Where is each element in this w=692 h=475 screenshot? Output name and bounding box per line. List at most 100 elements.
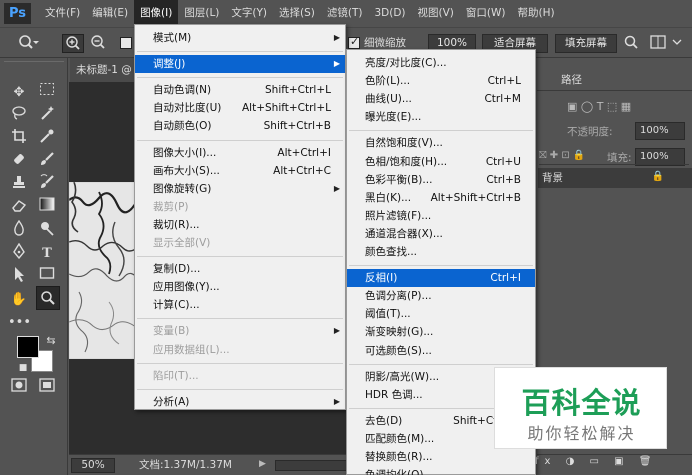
menu-item-label: 色调分离(P)...	[365, 290, 432, 303]
path-selection-icon[interactable]	[8, 266, 30, 287]
default-colors-icon[interactable]: ■	[12, 358, 34, 379]
lasso-tool-icon[interactable]	[8, 105, 30, 126]
menu-item[interactable]: 计算(C)...	[135, 296, 345, 314]
zoom-tool-selected-icon[interactable]	[36, 286, 60, 310]
layer-actions-icons[interactable]: fx ◑ ▭ ▣ 🗑	[535, 456, 657, 467]
brush-tool-icon[interactable]	[36, 151, 58, 172]
menu-help[interactable]: 帮助(H)	[512, 0, 561, 27]
move-tool-icon[interactable]: ✥	[8, 82, 30, 103]
pen-tool-icon[interactable]	[8, 242, 30, 264]
menu-item[interactable]: 色彩平衡(B)... Ctrl+B	[347, 171, 535, 189]
menu-window[interactable]: 窗口(W)	[460, 0, 512, 27]
menu-item-label: 阴影/高光(W)...	[365, 370, 440, 383]
zoom-level-field[interactable]: 50%	[71, 458, 115, 473]
menu-item[interactable]: 亮度/对比度(C)...	[347, 54, 535, 72]
menu-separator	[349, 363, 533, 365]
swap-colors-icon[interactable]: ⇆	[40, 330, 62, 351]
menu-file[interactable]: 文件(F)	[39, 0, 86, 27]
workspace-switcher[interactable]	[647, 34, 687, 53]
menu-item[interactable]: 裁切(R)...	[135, 216, 345, 234]
menu-item[interactable]: 通道混合器(X)...	[347, 225, 535, 243]
zoom-out-icon[interactable]	[87, 34, 109, 53]
zoom-tool-icon[interactable]	[14, 34, 42, 53]
menu-type[interactable]: 文字(Y)	[225, 0, 273, 27]
menu-item[interactable]: 替换颜色(R)...	[347, 448, 535, 466]
status-arrow-icon[interactable]: ▶	[259, 459, 266, 469]
menu-item[interactable]: 调整(J) ▶	[135, 55, 345, 74]
scrubby-zoom-checkbox[interactable]	[348, 35, 360, 49]
menu-item[interactable]: 色相/饱和度(H)... Ctrl+U	[347, 153, 535, 171]
menu-item[interactable]: 画布大小(S)... Alt+Ctrl+C	[135, 162, 345, 180]
blur-tool-icon[interactable]	[8, 219, 30, 241]
menu-item: 变量(B) ▶	[135, 322, 345, 340]
menu-separator	[137, 388, 343, 390]
gradient-tool-icon[interactable]	[36, 197, 58, 218]
screen-mode-icon[interactable]	[36, 378, 58, 399]
menu-item[interactable]: 黑白(K)... Alt+Shift+Ctrl+B	[347, 189, 535, 207]
menu-select[interactable]: 选择(S)	[273, 0, 321, 27]
menu-item[interactable]: 自然饱和度(V)...	[347, 134, 535, 152]
crop-tool-icon[interactable]	[8, 128, 30, 149]
menu-item[interactable]: 分析(A) ▶	[135, 393, 345, 411]
menu-filter[interactable]: 滤镜(T)	[321, 0, 369, 27]
clone-stamp-icon[interactable]	[8, 174, 30, 195]
menu-item[interactable]: 应用图像(Y)...	[135, 278, 345, 296]
rectangle-tool-icon[interactable]	[36, 266, 58, 287]
menu-item[interactable]: 照片滤镜(F)...	[347, 207, 535, 225]
menu-item[interactable]: 自动色调(N) Shift+Ctrl+L	[135, 81, 345, 99]
menu-item[interactable]: 自动颜色(O) Shift+Ctrl+B	[135, 117, 345, 135]
menu-item[interactable]: 模式(M) ▶	[135, 29, 345, 47]
menu-item[interactable]: 颜色查找...	[347, 243, 535, 261]
menu-item[interactable]: 色阶(L)... Ctrl+L	[347, 72, 535, 90]
menu-separator	[137, 77, 343, 79]
fill-screen-button[interactable]: 填充屏幕	[555, 34, 617, 53]
lock-icons[interactable]: ⛝ ✚ ⊡ 🔒	[539, 150, 585, 161]
menu-item[interactable]: 色调分离(P)...	[347, 287, 535, 305]
menu-item[interactable]: 可选颜色(S)...	[347, 342, 535, 360]
menu-item[interactable]: 阈值(T)...	[347, 305, 535, 323]
menu-separator	[137, 362, 343, 364]
marquee-tool-icon[interactable]	[36, 82, 58, 103]
menu-item-shortcut: Alt+Shift+Ctrl+B	[430, 191, 521, 204]
quick-mask-icon[interactable]	[8, 378, 30, 399]
dodge-tool-icon[interactable]	[36, 220, 58, 241]
menu-view[interactable]: 视图(V)	[412, 0, 460, 27]
search-icon[interactable]	[622, 34, 640, 53]
menu-3d[interactable]: 3D(D)	[368, 0, 411, 27]
menu-bar: Ps 文件(F) 编辑(E) 图像(I) 图层(L) 文字(Y) 选择(S) 滤…	[0, 0, 692, 27]
menu-item[interactable]: 曝光度(E)...	[347, 108, 535, 126]
magic-wand-icon[interactable]	[36, 105, 58, 126]
opacity-field[interactable]: 100%	[635, 122, 685, 140]
menu-item[interactable]: 图像大小(I)... Alt+Ctrl+I	[135, 144, 345, 162]
menu-item[interactable]: 复制(D)...	[135, 260, 345, 278]
menu-item[interactable]: 渐变映射(G)...	[347, 323, 535, 341]
menu-item[interactable]: 反相(I) Ctrl+I	[347, 269, 535, 288]
eyedropper-icon[interactable]	[36, 128, 58, 149]
menu-item-shortcut: Alt+Ctrl+I	[277, 146, 331, 159]
history-brush-icon[interactable]	[36, 174, 58, 195]
layer-filter-icons[interactable]: ▣ ◯ T ⬚ ▦	[567, 100, 631, 113]
menu-edit[interactable]: 编辑(E)	[86, 0, 134, 27]
document-tab[interactable]: 未标题-1 @	[70, 58, 140, 82]
document-canvas[interactable]	[69, 182, 137, 359]
type-tool-icon[interactable]: T	[36, 243, 58, 264]
document-info[interactable]: 文档:1.37M/1.37M	[139, 458, 232, 473]
hand-tool-icon[interactable]: ✋	[8, 289, 30, 310]
menu-item[interactable]: 曲线(U)... Ctrl+M	[347, 90, 535, 108]
menu-item[interactable]: 自动对比度(U) Alt+Shift+Ctrl+L	[135, 99, 345, 117]
menu-item[interactable]: 图像旋转(G) ▶	[135, 180, 345, 198]
menu-item[interactable]: 色调均化(Q)	[347, 466, 535, 475]
zoom-in-icon[interactable]	[62, 34, 84, 53]
tab-paths[interactable]: 路径	[553, 70, 590, 90]
menu-item-label: 显示全部(V)	[153, 237, 211, 249]
eraser-tool-icon[interactable]	[8, 197, 30, 218]
menu-item-label: 裁切(R)...	[153, 218, 200, 231]
menu-image[interactable]: 图像(I)	[134, 0, 179, 27]
more-tools-icon[interactable]: •••	[8, 312, 31, 333]
layer-background-row[interactable]: 背景 🔒	[538, 168, 692, 188]
menu-item: 陷印(T)...	[135, 367, 345, 385]
menu-item-label: 色相/饱和度(H)...	[365, 155, 448, 168]
healing-brush-icon[interactable]	[8, 151, 30, 172]
resize-windows-checkbox[interactable]	[120, 37, 132, 49]
menu-layer[interactable]: 图层(L)	[178, 0, 225, 27]
